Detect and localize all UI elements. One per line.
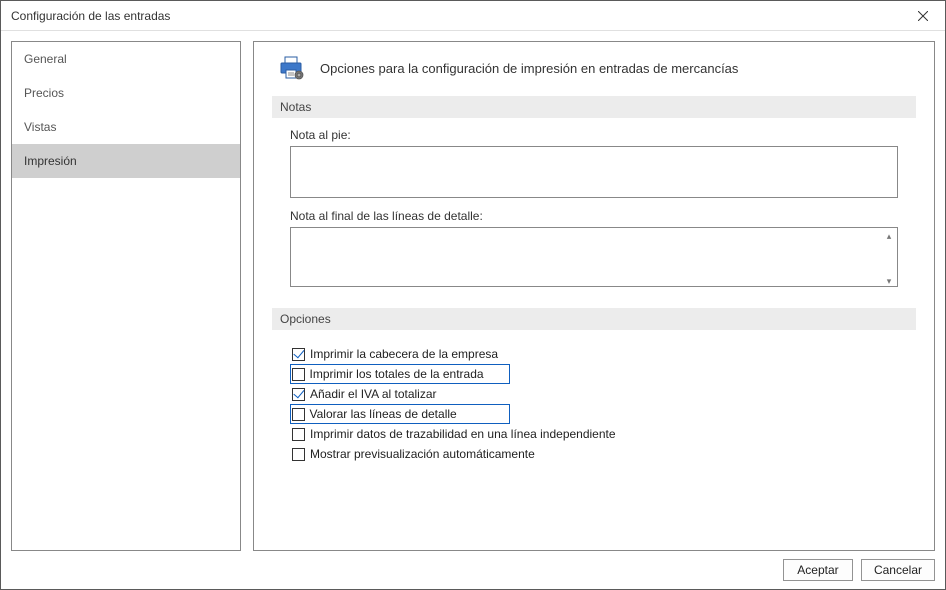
option-print-traceability-separate-line[interactable]: Imprimir datos de trazabilidad en una lí… xyxy=(290,424,898,444)
dialog-footer: Aceptar Cancelar xyxy=(11,551,935,581)
option-label: Imprimir los totales de la entrada xyxy=(310,367,484,381)
panels: General Precios Vistas Impresión xyxy=(11,41,935,551)
dialog-window: Configuración de las entradas General Pr… xyxy=(0,0,946,590)
checkbox-icon xyxy=(292,348,305,361)
options-block: Imprimir la cabecera de la empresa Impri… xyxy=(272,340,916,464)
option-label: Valorar las líneas de detalle xyxy=(310,407,457,421)
field-footer-note: Nota al pie: xyxy=(272,128,916,209)
option-label: Imprimir datos de trazabilidad en una lí… xyxy=(310,427,616,441)
option-value-detail-lines[interactable]: Valorar las líneas de detalle xyxy=(290,404,510,424)
checkbox-icon xyxy=(292,448,305,461)
sidebar-item-vistas[interactable]: Vistas xyxy=(12,110,240,144)
checkbox-icon xyxy=(292,428,305,441)
titlebar: Configuración de las entradas xyxy=(1,1,945,31)
checkbox-icon xyxy=(292,388,305,401)
option-print-entry-totals[interactable]: Imprimir los totales de la entrada xyxy=(290,364,510,384)
option-print-company-header[interactable]: Imprimir la cabecera de la empresa xyxy=(290,344,898,364)
option-add-vat-total[interactable]: Añadir el IVA al totalizar xyxy=(290,384,898,404)
option-label: Imprimir la cabecera de la empresa xyxy=(310,347,498,361)
field-detail-end-note: Nota al final de las líneas de detalle: … xyxy=(272,209,916,298)
main-panel: Opciones para la configuración de impres… xyxy=(253,41,935,551)
checkbox-icon xyxy=(292,368,305,381)
footer-note-label: Nota al pie: xyxy=(290,128,898,142)
close-icon xyxy=(918,11,928,21)
accept-button[interactable]: Aceptar xyxy=(783,559,853,581)
detail-end-note-input[interactable] xyxy=(290,227,898,287)
main-title: Opciones para la configuración de impres… xyxy=(320,61,738,76)
close-button[interactable] xyxy=(900,1,945,31)
detail-end-note-label: Nota al final de las líneas de detalle: xyxy=(290,209,898,223)
checkbox-icon xyxy=(292,408,305,421)
section-header-opciones: Opciones xyxy=(272,308,916,330)
sidebar-item-precios[interactable]: Precios xyxy=(12,76,240,110)
sidebar: General Precios Vistas Impresión xyxy=(11,41,241,551)
window-title: Configuración de las entradas xyxy=(11,9,900,23)
option-label: Mostrar previsualización automáticamente xyxy=(310,447,535,461)
dialog-body: General Precios Vistas Impresión xyxy=(1,31,945,589)
section-header-notas: Notas xyxy=(272,96,916,118)
option-label: Añadir el IVA al totalizar xyxy=(310,387,437,401)
main-header: Opciones para la configuración de impres… xyxy=(272,56,916,80)
sidebar-item-general[interactable]: General xyxy=(12,42,240,76)
footer-note-input[interactable] xyxy=(290,146,898,198)
sidebar-item-impresion[interactable]: Impresión xyxy=(12,144,240,178)
cancel-button[interactable]: Cancelar xyxy=(861,559,935,581)
option-show-preview-automatically[interactable]: Mostrar previsualización automáticamente xyxy=(290,444,898,464)
printer-icon xyxy=(278,56,306,80)
